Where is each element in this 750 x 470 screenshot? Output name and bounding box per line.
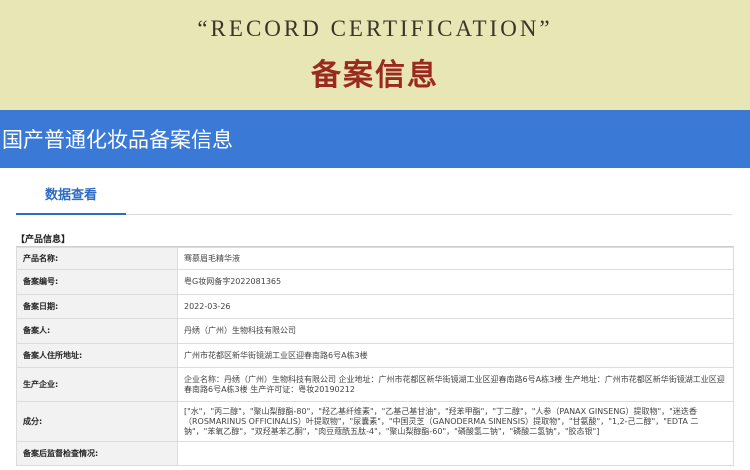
row-label: 生产企业: [16, 367, 178, 402]
page-header: 国产普通化妆品备案信息 [0, 110, 750, 168]
row-label: 成分: [16, 401, 178, 442]
row-label: 备案编号: [16, 269, 178, 295]
row-value: 广州市花都区新华街镜湖工业区迎春南路6号A栋3楼 [177, 343, 734, 368]
page-title: 国产普通化妆品备案信息 [2, 128, 233, 152]
row-value: 2022-03-26 [177, 294, 734, 319]
tab-data-view[interactable]: 数据查看 [16, 182, 126, 215]
row-value: 企业名称：丹绣（广州）生物科技有限公司 企业地址：广州市花都区新华街镜湖工业区迎… [177, 367, 734, 402]
row-label: 备案日期: [16, 294, 178, 319]
record-banner: “RECORD CERTIFICATION” 备案信息 [0, 0, 750, 110]
table-row: 备案人: 丹绣（广州）生物科技有限公司 [16, 318, 734, 344]
row-value: 粤G妆网备字2022081365 [177, 269, 734, 295]
table-row: 备案人住所地址: 广州市花都区新华街镜湖工业区迎春南路6号A栋3楼 [16, 343, 734, 368]
table-row: 备案日期: 2022-03-26 [16, 294, 734, 319]
table-row: 备案编号: 粤G妆网备字2022081365 [16, 269, 734, 295]
banner-english-title: “RECORD CERTIFICATION” [197, 16, 553, 41]
row-value: 丹绣（广州）生物科技有限公司 [177, 318, 734, 344]
row-value: 骞慕眉毛精华液 [177, 247, 734, 270]
row-label: 产品名称: [16, 247, 178, 270]
row-label: 备案后监督检查情况: [16, 441, 178, 466]
product-info-table: 产品名称: 骞慕眉毛精华液 备案编号: 粤G妆网备字2022081365 备案日… [16, 247, 734, 466]
table-row: 成分: ["水"，"丙二醇"，"聚山梨醇酯-80"，"羟乙基纤维素"，"乙基己基… [16, 401, 734, 442]
row-label: 备案人: [16, 318, 178, 344]
row-label: 备案人住所地址: [16, 343, 178, 368]
row-value [177, 441, 734, 466]
table-row: 备案后监督检查情况: [16, 441, 734, 466]
section-title-product-info: 【产品信息】 [16, 232, 734, 247]
row-value: ["水"，"丙二醇"，"聚山梨醇酯-80"，"羟乙基纤维素"，"乙基己基甘油"，… [177, 401, 734, 442]
table-row: 生产企业: 企业名称：丹绣（广州）生物科技有限公司 企业地址：广州市花都区新华街… [16, 367, 734, 402]
table-row: 产品名称: 骞慕眉毛精华液 [16, 247, 734, 270]
tab-bar: 数据查看 [16, 182, 732, 215]
banner-chinese-title: 备案信息 [311, 58, 439, 93]
